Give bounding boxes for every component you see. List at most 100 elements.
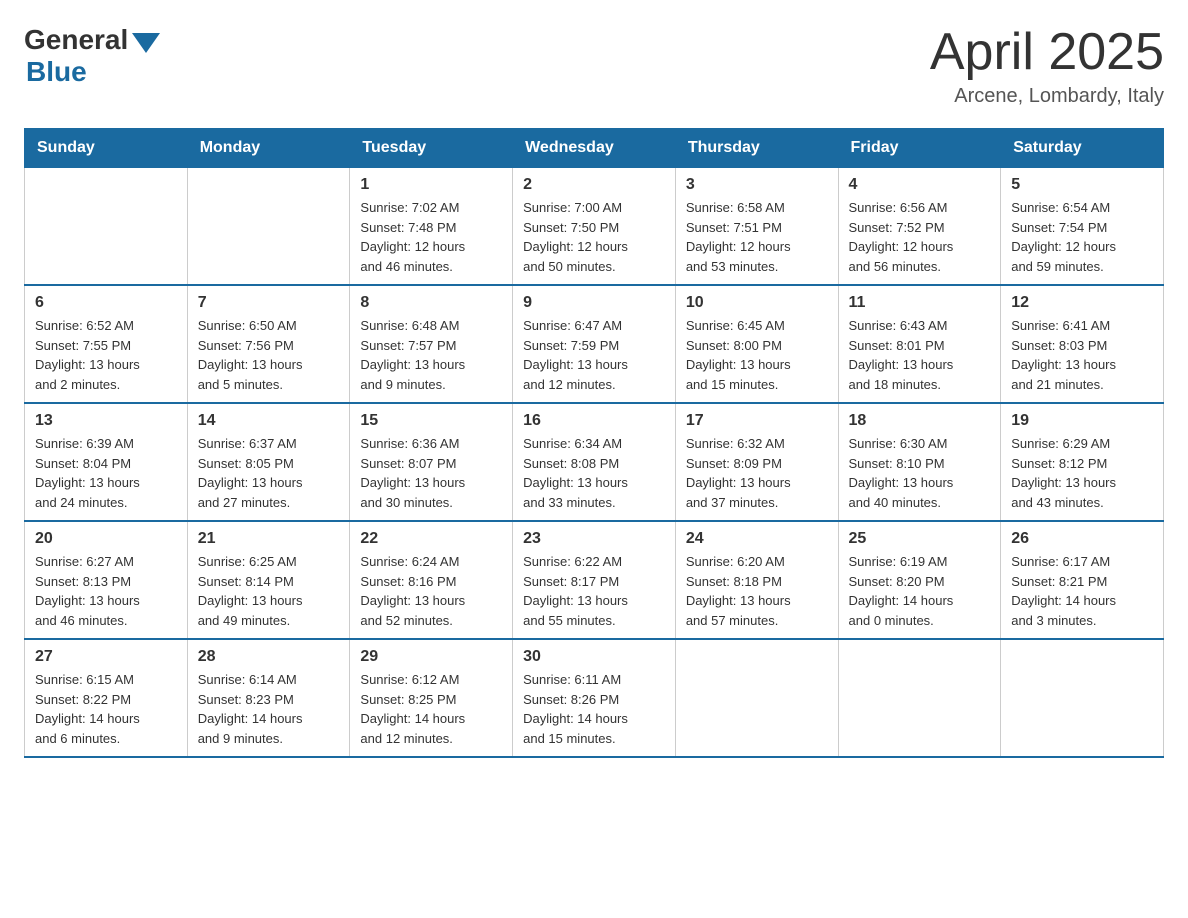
day-info: Sunrise: 6:22 AM Sunset: 8:17 PM Dayligh… (523, 552, 665, 630)
day-number: 28 (198, 648, 340, 666)
calendar-cell: 18 Sunrise: 6:30 AM Sunset: 8:10 PM Dayli… (838, 403, 1001, 521)
day-info: Sunrise: 6:19 AM Sunset: 8:20 PM Dayligh… (849, 552, 991, 630)
day-number: 20 (35, 530, 177, 548)
day-info: Sunrise: 6:15 AM Sunset: 8:22 PM Dayligh… (35, 670, 177, 748)
day-number: 5 (1011, 176, 1153, 194)
day-number: 25 (849, 530, 991, 548)
day-number: 16 (523, 412, 665, 430)
day-number: 10 (686, 294, 828, 312)
day-info: Sunrise: 6:39 AM Sunset: 8:04 PM Dayligh… (35, 434, 177, 512)
calendar-body: 1Sunrise: 7:02 AM Sunset: 7:48 PM Daylig… (25, 168, 1164, 758)
day-number: 22 (360, 530, 502, 548)
day-number: 14 (198, 412, 340, 430)
day-number: 23 (523, 530, 665, 548)
calendar-cell: 11Sunrise: 6:43 AM Sunset: 8:01 PM Dayli… (838, 285, 1001, 403)
day-info: Sunrise: 6:52 AM Sunset: 7:55 PM Dayligh… (35, 316, 177, 394)
day-number: 1 (360, 176, 502, 194)
calendar-cell: 28 Sunrise: 6:14 AM Sunset: 8:23 PM Dayli… (187, 639, 350, 757)
calendar-cell (25, 168, 188, 286)
day-number: 15 (360, 412, 502, 430)
month-title: April 2025 (930, 24, 1164, 81)
calendar-cell: 7Sunrise: 6:50 AM Sunset: 7:56 PM Daylig… (187, 285, 350, 403)
day-info: Sunrise: 6:20 AM Sunset: 8:18 PM Dayligh… (686, 552, 828, 630)
day-info: Sunrise: 6:29 AM Sunset: 8:12 PM Dayligh… (1011, 434, 1153, 512)
day-info: Sunrise: 6:30 AM Sunset: 8:10 PM Dayligh… (849, 434, 991, 512)
day-info: Sunrise: 6:45 AM Sunset: 8:00 PM Dayligh… (686, 316, 828, 394)
calendar-cell: 2Sunrise: 7:00 AM Sunset: 7:50 PM Daylig… (513, 168, 676, 286)
day-info: Sunrise: 6:17 AM Sunset: 8:21 PM Dayligh… (1011, 552, 1153, 630)
calendar-cell (187, 168, 350, 286)
calendar-cell: 4 Sunrise: 6:56 AM Sunset: 7:52 PM Daylig… (838, 168, 1001, 286)
day-info: Sunrise: 6:27 AM Sunset: 8:13 PM Dayligh… (35, 552, 177, 630)
day-number: 11 (849, 294, 991, 312)
logo-arrow-icon (132, 33, 160, 53)
calendar-cell: 27 Sunrise: 6:15 AM Sunset: 8:22 PM Dayli… (25, 639, 188, 757)
day-info: Sunrise: 6:41 AM Sunset: 8:03 PM Dayligh… (1011, 316, 1153, 394)
calendar-cell: 25 Sunrise: 6:19 AM Sunset: 8:20 PM Dayli… (838, 521, 1001, 639)
day-number: 12 (1011, 294, 1153, 312)
day-info: Sunrise: 6:36 AM Sunset: 8:07 PM Dayligh… (360, 434, 502, 512)
weekday-header-thursday: Thursday (675, 129, 838, 168)
calendar-week-3: 13 Sunrise: 6:39 AM Sunset: 8:04 PM Dayli… (25, 403, 1164, 521)
calendar-cell: 14 Sunrise: 6:37 AM Sunset: 8:05 PM Dayli… (187, 403, 350, 521)
calendar-cell: 24 Sunrise: 6:20 AM Sunset: 8:18 PM Dayli… (675, 521, 838, 639)
day-number: 27 (35, 648, 177, 666)
day-number: 4 (849, 176, 991, 194)
calendar-cell: 30Sunrise: 6:11 AM Sunset: 8:26 PM Dayli… (513, 639, 676, 757)
calendar-cell (675, 639, 838, 757)
day-number: 24 (686, 530, 828, 548)
day-info: Sunrise: 6:48 AM Sunset: 7:57 PM Dayligh… (360, 316, 502, 394)
calendar-table: SundayMondayTuesdayWednesdayThursdayFrid… (24, 128, 1164, 758)
day-info: Sunrise: 6:32 AM Sunset: 8:09 PM Dayligh… (686, 434, 828, 512)
calendar-cell: 29 Sunrise: 6:12 AM Sunset: 8:25 PM Dayli… (350, 639, 513, 757)
day-number: 8 (360, 294, 502, 312)
day-info: Sunrise: 6:37 AM Sunset: 8:05 PM Dayligh… (198, 434, 340, 512)
logo: General Blue (24, 24, 160, 88)
day-info: Sunrise: 6:47 AM Sunset: 7:59 PM Dayligh… (523, 316, 665, 394)
calendar-cell: 9 Sunrise: 6:47 AM Sunset: 7:59 PM Daylig… (513, 285, 676, 403)
weekday-header-monday: Monday (187, 129, 350, 168)
day-info: Sunrise: 6:12 AM Sunset: 8:25 PM Dayligh… (360, 670, 502, 748)
logo-blue-text: Blue (26, 56, 87, 88)
page-header: General Blue April 2025 Arcene, Lombardy… (24, 24, 1164, 108)
weekday-header-row: SundayMondayTuesdayWednesdayThursdayFrid… (25, 129, 1164, 168)
day-info: Sunrise: 6:14 AM Sunset: 8:23 PM Dayligh… (198, 670, 340, 748)
calendar-cell: 8 Sunrise: 6:48 AM Sunset: 7:57 PM Daylig… (350, 285, 513, 403)
calendar-cell: 26 Sunrise: 6:17 AM Sunset: 8:21 PM Dayli… (1001, 521, 1164, 639)
calendar-cell: 16Sunrise: 6:34 AM Sunset: 8:08 PM Dayli… (513, 403, 676, 521)
calendar-cell: 10 Sunrise: 6:45 AM Sunset: 8:00 PM Dayli… (675, 285, 838, 403)
calendar-cell: 5 Sunrise: 6:54 AM Sunset: 7:54 PM Daylig… (1001, 168, 1164, 286)
weekday-header-saturday: Saturday (1001, 129, 1164, 168)
day-info: Sunrise: 6:54 AM Sunset: 7:54 PM Dayligh… (1011, 198, 1153, 276)
calendar-cell: 23 Sunrise: 6:22 AM Sunset: 8:17 PM Dayli… (513, 521, 676, 639)
calendar-week-5: 27 Sunrise: 6:15 AM Sunset: 8:22 PM Dayli… (25, 639, 1164, 757)
day-info: Sunrise: 6:58 AM Sunset: 7:51 PM Dayligh… (686, 198, 828, 276)
day-number: 6 (35, 294, 177, 312)
day-number: 29 (360, 648, 502, 666)
weekday-header-sunday: Sunday (25, 129, 188, 168)
day-number: 13 (35, 412, 177, 430)
calendar-cell: 17 Sunrise: 6:32 AM Sunset: 8:09 PM Dayli… (675, 403, 838, 521)
day-number: 7 (198, 294, 340, 312)
day-info: Sunrise: 7:00 AM Sunset: 7:50 PM Dayligh… (523, 198, 665, 276)
calendar-cell: 3 Sunrise: 6:58 AM Sunset: 7:51 PM Daylig… (675, 168, 838, 286)
calendar-cell: 20 Sunrise: 6:27 AM Sunset: 8:13 PM Dayli… (25, 521, 188, 639)
weekday-header-friday: Friday (838, 129, 1001, 168)
calendar-cell: 15 Sunrise: 6:36 AM Sunset: 8:07 PM Dayli… (350, 403, 513, 521)
calendar-week-1: 1Sunrise: 7:02 AM Sunset: 7:48 PM Daylig… (25, 168, 1164, 286)
weekday-header-wednesday: Wednesday (513, 129, 676, 168)
day-number: 3 (686, 176, 828, 194)
calendar-cell (838, 639, 1001, 757)
day-number: 17 (686, 412, 828, 430)
location-text: Arcene, Lombardy, Italy (930, 85, 1164, 108)
calendar-cell: 1Sunrise: 7:02 AM Sunset: 7:48 PM Daylig… (350, 168, 513, 286)
title-section: April 2025 Arcene, Lombardy, Italy (930, 24, 1164, 108)
calendar-cell: 21Sunrise: 6:25 AM Sunset: 8:14 PM Dayli… (187, 521, 350, 639)
weekday-header-tuesday: Tuesday (350, 129, 513, 168)
day-number: 26 (1011, 530, 1153, 548)
day-info: Sunrise: 6:25 AM Sunset: 8:14 PM Dayligh… (198, 552, 340, 630)
day-number: 18 (849, 412, 991, 430)
day-number: 9 (523, 294, 665, 312)
day-info: Sunrise: 6:56 AM Sunset: 7:52 PM Dayligh… (849, 198, 991, 276)
day-info: Sunrise: 6:24 AM Sunset: 8:16 PM Dayligh… (360, 552, 502, 630)
